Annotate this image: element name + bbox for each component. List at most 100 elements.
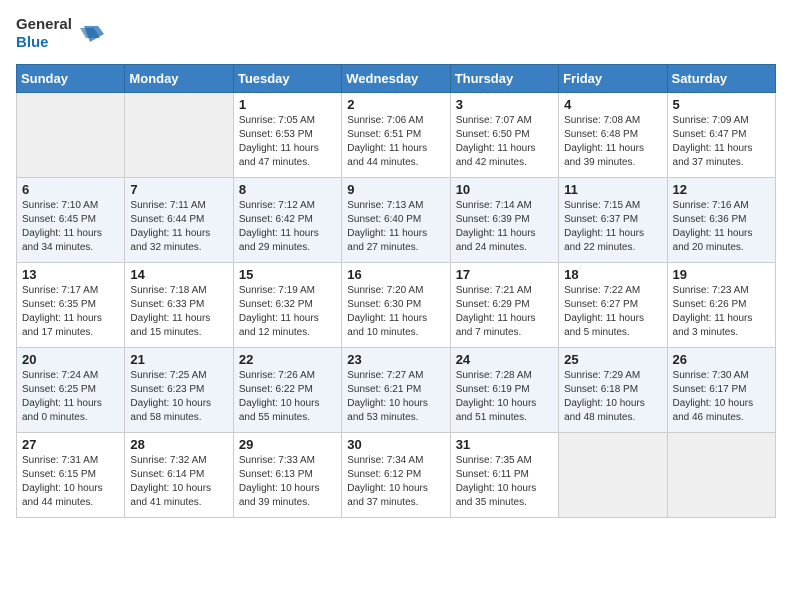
calendar-cell-day-18: 18 Sunrise: 7:22 AM Sunset: 6:27 PM Dayli… xyxy=(559,263,667,348)
calendar-cell-day-13: 13 Sunrise: 7:17 AM Sunset: 6:35 PM Dayli… xyxy=(17,263,125,348)
day-info: Sunrise: 7:06 AM Sunset: 6:51 PM Dayligh… xyxy=(347,114,444,170)
calendar-header-tuesday: Tuesday xyxy=(233,65,341,93)
calendar-cell-day-24: 24 Sunrise: 7:28 AM Sunset: 6:19 PM Dayli… xyxy=(450,348,558,433)
calendar-cell-day-19: 19 Sunrise: 7:23 AM Sunset: 6:26 PM Dayli… xyxy=(667,263,775,348)
calendar-header-row: SundayMondayTuesdayWednesdayThursdayFrid… xyxy=(17,65,776,93)
calendar-cell-day-12: 12Sunrise: 7:16 AM Sunset: 6:36 PM Dayli… xyxy=(667,178,775,263)
calendar-cell-day-2: 2 Sunrise: 7:06 AM Sunset: 6:51 PM Daylig… xyxy=(342,93,450,178)
day-info: Sunrise: 7:31 AM Sunset: 6:15 PM Dayligh… xyxy=(22,454,119,510)
calendar-cell-day-6: 6 Sunrise: 7:10 AM Sunset: 6:45 PM Daylig… xyxy=(17,178,125,263)
day-number: 23 xyxy=(347,352,444,367)
day-number: 2 xyxy=(347,97,444,112)
logo-general: General xyxy=(16,16,72,34)
day-number: 4 xyxy=(564,97,661,112)
day-number: 9 xyxy=(347,182,444,197)
calendar-header-wednesday: Wednesday xyxy=(342,65,450,93)
logo-blue: Blue xyxy=(16,34,72,52)
day-info: Sunrise: 7:27 AM Sunset: 6:21 PM Dayligh… xyxy=(347,369,444,425)
calendar-body: 1 Sunrise: 7:05 AM Sunset: 6:53 PM Daylig… xyxy=(17,93,776,518)
day-info: Sunrise: 7:25 AM Sunset: 6:23 PM Dayligh… xyxy=(130,369,227,425)
calendar-cell-day-4: 4 Sunrise: 7:08 AM Sunset: 6:48 PM Daylig… xyxy=(559,93,667,178)
page-header: General Blue xyxy=(16,16,776,52)
logo: General Blue xyxy=(16,16,104,52)
calendar-week-5: 27Sunrise: 7:31 AM Sunset: 6:15 PM Dayli… xyxy=(17,433,776,518)
logo-icon xyxy=(76,20,104,48)
day-info: Sunrise: 7:20 AM Sunset: 6:30 PM Dayligh… xyxy=(347,284,444,340)
calendar-cell-empty xyxy=(559,433,667,518)
calendar-week-2: 6 Sunrise: 7:10 AM Sunset: 6:45 PM Daylig… xyxy=(17,178,776,263)
day-info: Sunrise: 7:17 AM Sunset: 6:35 PM Dayligh… xyxy=(22,284,119,340)
day-info: Sunrise: 7:35 AM Sunset: 6:11 PM Dayligh… xyxy=(456,454,553,510)
day-number: 17 xyxy=(456,267,553,282)
day-number: 1 xyxy=(239,97,336,112)
calendar-cell-day-14: 14Sunrise: 7:18 AM Sunset: 6:33 PM Dayli… xyxy=(125,263,233,348)
day-info: Sunrise: 7:07 AM Sunset: 6:50 PM Dayligh… xyxy=(456,114,553,170)
calendar-cell-day-20: 20 Sunrise: 7:24 AM Sunset: 6:25 PM Dayli… xyxy=(17,348,125,433)
day-number: 10 xyxy=(456,182,553,197)
day-info: Sunrise: 7:33 AM Sunset: 6:13 PM Dayligh… xyxy=(239,454,336,510)
day-number: 15 xyxy=(239,267,336,282)
calendar-header-thursday: Thursday xyxy=(450,65,558,93)
calendar-cell-day-10: 10 Sunrise: 7:14 AM Sunset: 6:39 PM Dayli… xyxy=(450,178,558,263)
day-info: Sunrise: 7:29 AM Sunset: 6:18 PM Dayligh… xyxy=(564,369,661,425)
day-number: 29 xyxy=(239,437,336,452)
calendar-cell-day-27: 27Sunrise: 7:31 AM Sunset: 6:15 PM Dayli… xyxy=(17,433,125,518)
day-info: Sunrise: 7:22 AM Sunset: 6:27 PM Dayligh… xyxy=(564,284,661,340)
day-number: 26 xyxy=(673,352,770,367)
calendar-cell-empty xyxy=(17,93,125,178)
day-info: Sunrise: 7:16 AM Sunset: 6:36 PM Dayligh… xyxy=(673,199,770,255)
calendar-cell-day-22: 22Sunrise: 7:26 AM Sunset: 6:22 PM Dayli… xyxy=(233,348,341,433)
day-number: 24 xyxy=(456,352,553,367)
day-info: Sunrise: 7:26 AM Sunset: 6:22 PM Dayligh… xyxy=(239,369,336,425)
day-info: Sunrise: 7:09 AM Sunset: 6:47 PM Dayligh… xyxy=(673,114,770,170)
calendar-header-monday: Monday xyxy=(125,65,233,93)
calendar-cell-day-11: 11 Sunrise: 7:15 AM Sunset: 6:37 PM Dayli… xyxy=(559,178,667,263)
calendar-cell-day-9: 9 Sunrise: 7:13 AM Sunset: 6:40 PM Daylig… xyxy=(342,178,450,263)
day-number: 11 xyxy=(564,182,661,197)
day-number: 5 xyxy=(673,97,770,112)
day-info: Sunrise: 7:15 AM Sunset: 6:37 PM Dayligh… xyxy=(564,199,661,255)
day-info: Sunrise: 7:28 AM Sunset: 6:19 PM Dayligh… xyxy=(456,369,553,425)
day-number: 28 xyxy=(130,437,227,452)
calendar-week-3: 13 Sunrise: 7:17 AM Sunset: 6:35 PM Dayli… xyxy=(17,263,776,348)
day-info: Sunrise: 7:08 AM Sunset: 6:48 PM Dayligh… xyxy=(564,114,661,170)
calendar-cell-day-23: 23 Sunrise: 7:27 AM Sunset: 6:21 PM Dayli… xyxy=(342,348,450,433)
calendar-cell-day-29: 29 Sunrise: 7:33 AM Sunset: 6:13 PM Dayli… xyxy=(233,433,341,518)
calendar-cell-day-25: 25 Sunrise: 7:29 AM Sunset: 6:18 PM Dayli… xyxy=(559,348,667,433)
calendar-cell-day-15: 15 Sunrise: 7:19 AM Sunset: 6:32 PM Dayli… xyxy=(233,263,341,348)
calendar-header-sunday: Sunday xyxy=(17,65,125,93)
day-info: Sunrise: 7:24 AM Sunset: 6:25 PM Dayligh… xyxy=(22,369,119,425)
calendar-cell-day-31: 31Sunrise: 7:35 AM Sunset: 6:11 PM Dayli… xyxy=(450,433,558,518)
day-info: Sunrise: 7:14 AM Sunset: 6:39 PM Dayligh… xyxy=(456,199,553,255)
calendar-cell-day-1: 1 Sunrise: 7:05 AM Sunset: 6:53 PM Daylig… xyxy=(233,93,341,178)
calendar-cell-day-30: 30Sunrise: 7:34 AM Sunset: 6:12 PM Dayli… xyxy=(342,433,450,518)
calendar-cell-day-16: 16 Sunrise: 7:20 AM Sunset: 6:30 PM Dayli… xyxy=(342,263,450,348)
day-info: Sunrise: 7:30 AM Sunset: 6:17 PM Dayligh… xyxy=(673,369,770,425)
calendar-cell-day-3: 3 Sunrise: 7:07 AM Sunset: 6:50 PM Daylig… xyxy=(450,93,558,178)
day-info: Sunrise: 7:13 AM Sunset: 6:40 PM Dayligh… xyxy=(347,199,444,255)
calendar-cell-day-28: 28Sunrise: 7:32 AM Sunset: 6:14 PM Dayli… xyxy=(125,433,233,518)
day-number: 14 xyxy=(130,267,227,282)
day-info: Sunrise: 7:05 AM Sunset: 6:53 PM Dayligh… xyxy=(239,114,336,170)
day-number: 7 xyxy=(130,182,227,197)
day-number: 13 xyxy=(22,267,119,282)
day-info: Sunrise: 7:10 AM Sunset: 6:45 PM Dayligh… xyxy=(22,199,119,255)
day-number: 30 xyxy=(347,437,444,452)
day-number: 3 xyxy=(456,97,553,112)
day-number: 18 xyxy=(564,267,661,282)
day-number: 16 xyxy=(347,267,444,282)
day-number: 19 xyxy=(673,267,770,282)
calendar-cell-day-7: 7 Sunrise: 7:11 AM Sunset: 6:44 PM Daylig… xyxy=(125,178,233,263)
calendar-header-friday: Friday xyxy=(559,65,667,93)
day-number: 25 xyxy=(564,352,661,367)
day-info: Sunrise: 7:19 AM Sunset: 6:32 PM Dayligh… xyxy=(239,284,336,340)
calendar-cell-day-17: 17Sunrise: 7:21 AM Sunset: 6:29 PM Dayli… xyxy=(450,263,558,348)
calendar-week-4: 20 Sunrise: 7:24 AM Sunset: 6:25 PM Dayli… xyxy=(17,348,776,433)
calendar-cell-day-5: 5 Sunrise: 7:09 AM Sunset: 6:47 PM Daylig… xyxy=(667,93,775,178)
day-info: Sunrise: 7:23 AM Sunset: 6:26 PM Dayligh… xyxy=(673,284,770,340)
day-number: 20 xyxy=(22,352,119,367)
day-number: 21 xyxy=(130,352,227,367)
calendar-cell-day-26: 26 Sunrise: 7:30 AM Sunset: 6:17 PM Dayli… xyxy=(667,348,775,433)
day-info: Sunrise: 7:11 AM Sunset: 6:44 PM Dayligh… xyxy=(130,199,227,255)
day-number: 6 xyxy=(22,182,119,197)
